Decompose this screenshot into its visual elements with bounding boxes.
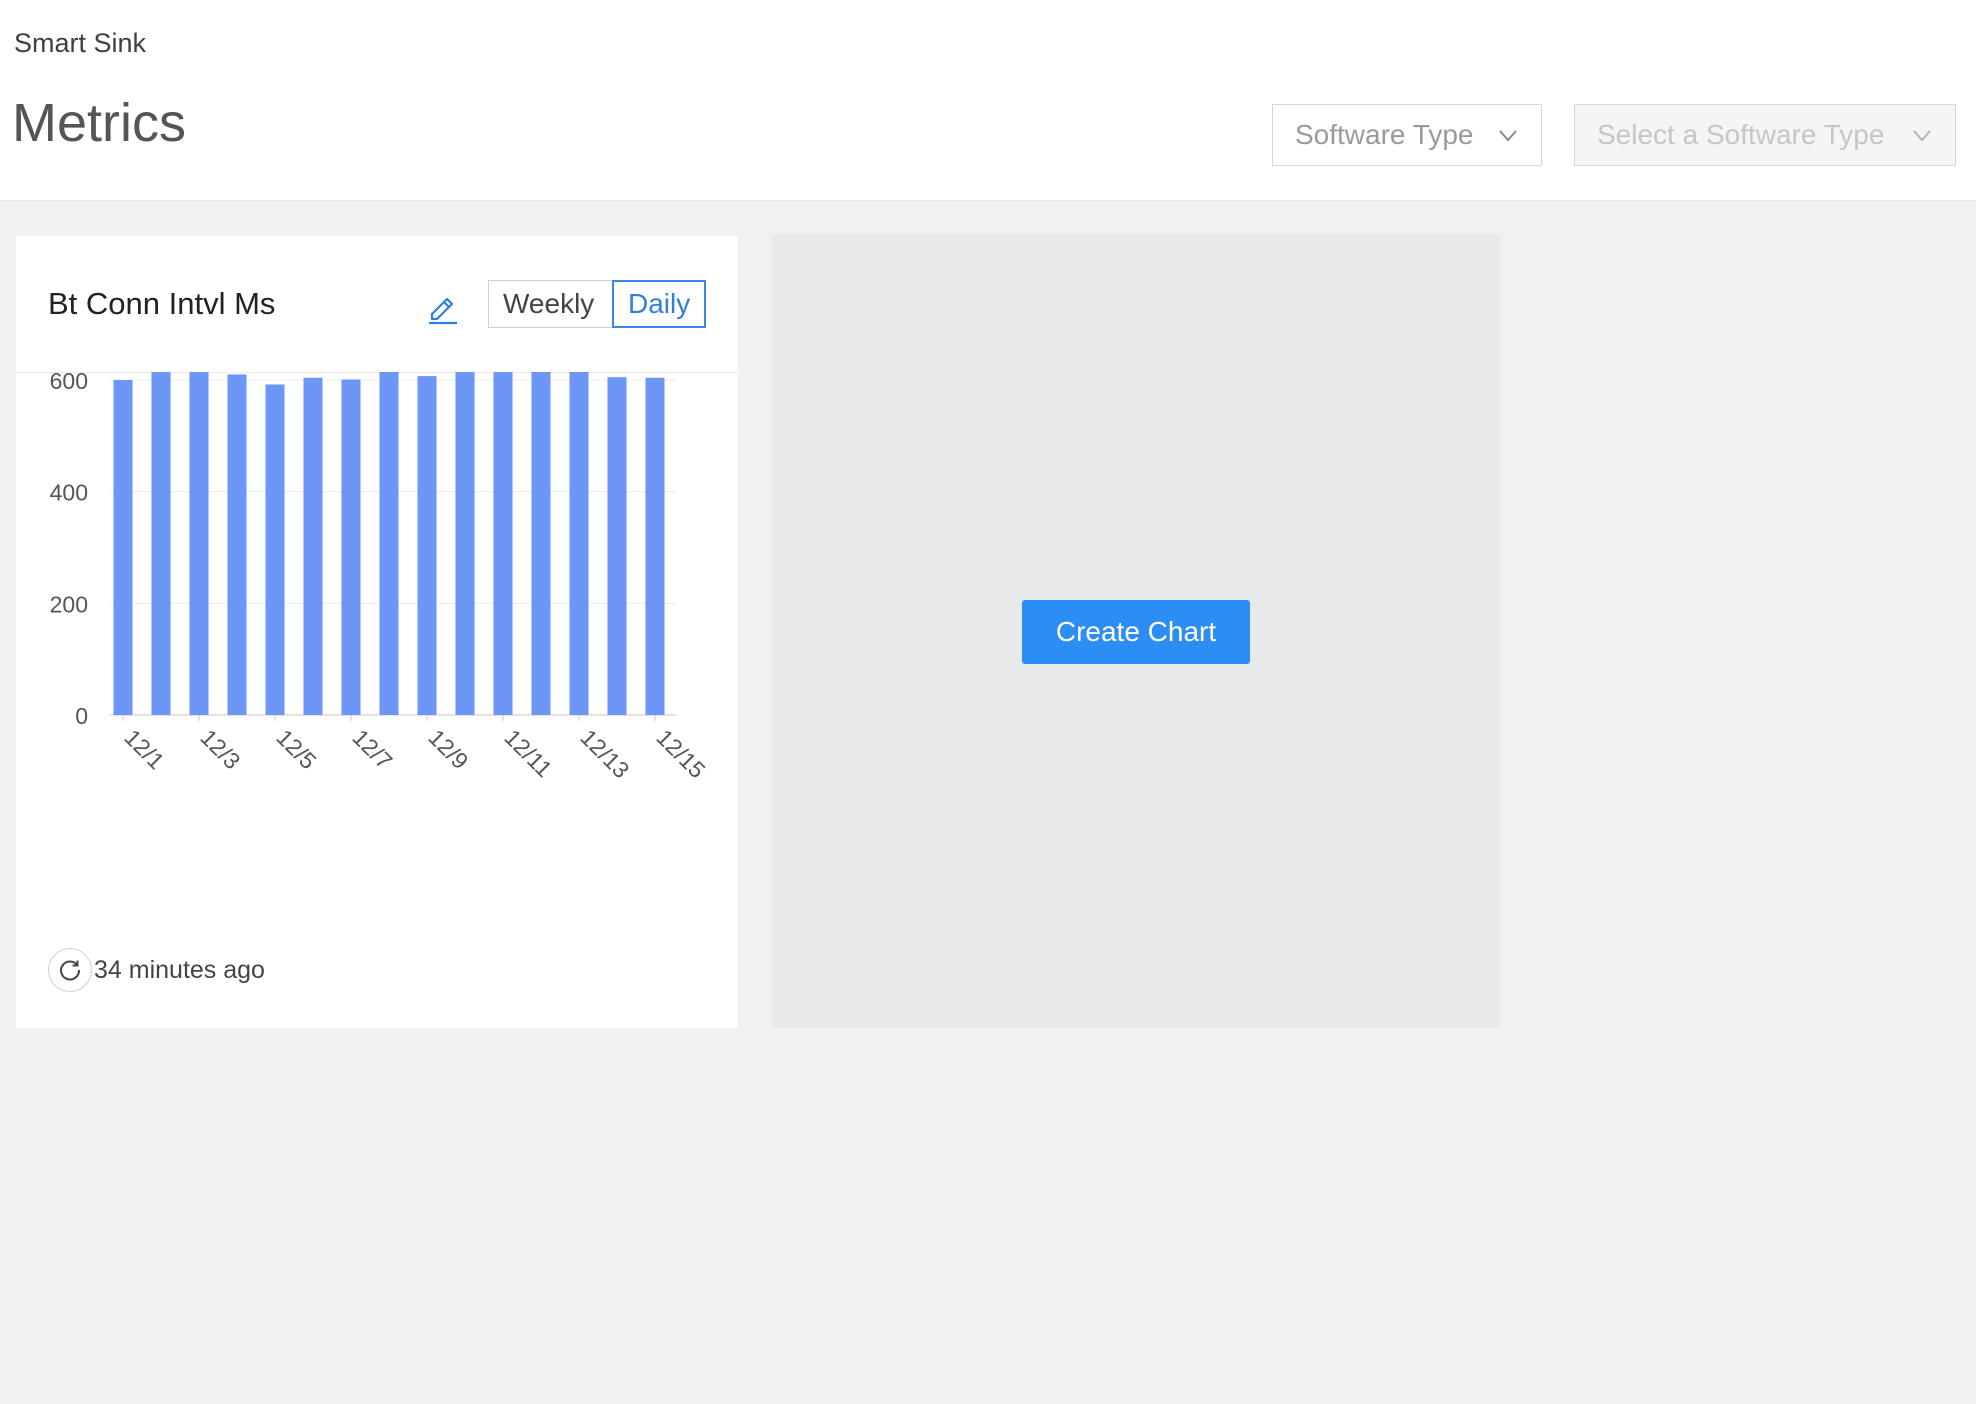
- y-tick-label: 200: [50, 591, 88, 617]
- bar: [113, 380, 133, 715]
- bar: [607, 377, 627, 715]
- refresh-status: 34 minutes ago: [48, 948, 265, 992]
- bar: [569, 372, 589, 715]
- bar: [417, 376, 437, 715]
- bar: [379, 372, 399, 715]
- daily-button[interactable]: Daily: [612, 280, 706, 328]
- bar: [265, 384, 285, 715]
- software-select-placeholder: Select a Software Type: [1597, 119, 1885, 150]
- period-toggle: Weekly Daily: [488, 280, 706, 328]
- bar-chart: 0 200 400 600 12/1 12/3 12/5 12/7 12/9 12/11 12/13…: [50, 372, 711, 783]
- app-name: Smart Sink: [14, 28, 147, 58]
- refresh-button[interactable]: [48, 948, 92, 992]
- bar: [645, 377, 665, 715]
- last-updated-text: 34 minutes ago: [94, 955, 265, 984]
- metric-card: Bt Conn Intvl Ms Weekly Daily 0 200 400 600…: [16, 236, 738, 1028]
- chevron-down-icon: [1913, 130, 1931, 142]
- software-type-select-label: Software Type: [1295, 119, 1474, 150]
- bar: [341, 379, 361, 715]
- chevron-down-icon: [1499, 130, 1517, 142]
- software-type-select[interactable]: Software Type: [1272, 104, 1542, 166]
- bar: [455, 372, 475, 715]
- bar: [303, 377, 323, 715]
- refresh-icon: [60, 960, 81, 981]
- create-chart-button[interactable]: Create Chart: [1022, 600, 1250, 664]
- bar: [151, 372, 171, 715]
- pencil-icon[interactable]: [424, 288, 462, 326]
- x-tick-label: 12/9: [423, 724, 473, 774]
- bar: [531, 372, 551, 715]
- x-tick-label: 12/15: [651, 724, 710, 783]
- page-title: Metrics: [12, 93, 186, 153]
- y-tick-label: 400: [50, 480, 88, 506]
- y-tick-label: 0: [75, 703, 88, 729]
- software-select[interactable]: Select a Software Type: [1574, 104, 1956, 166]
- metric-card-header: Bt Conn Intvl Ms Weekly Daily: [16, 236, 738, 373]
- x-tick-label: 12/11: [499, 724, 557, 782]
- metric-card-title: Bt Conn Intvl Ms: [48, 286, 276, 321]
- empty-chart-slot: Create Chart: [772, 234, 1500, 1028]
- y-tick-label: 600: [50, 372, 88, 394]
- page-header: Smart Sink Metrics Software Type Select …: [0, 0, 1976, 201]
- bar: [227, 374, 247, 715]
- weekly-button[interactable]: Weekly: [488, 280, 612, 328]
- bar: [189, 372, 209, 715]
- x-tick-label: 12/5: [271, 724, 321, 774]
- x-tick-label: 12/1: [119, 724, 169, 774]
- bar: [493, 372, 513, 715]
- x-tick-label: 12/7: [347, 724, 397, 774]
- x-tick-label: 12/13: [575, 724, 634, 783]
- x-tick-label: 12/3: [195, 724, 245, 774]
